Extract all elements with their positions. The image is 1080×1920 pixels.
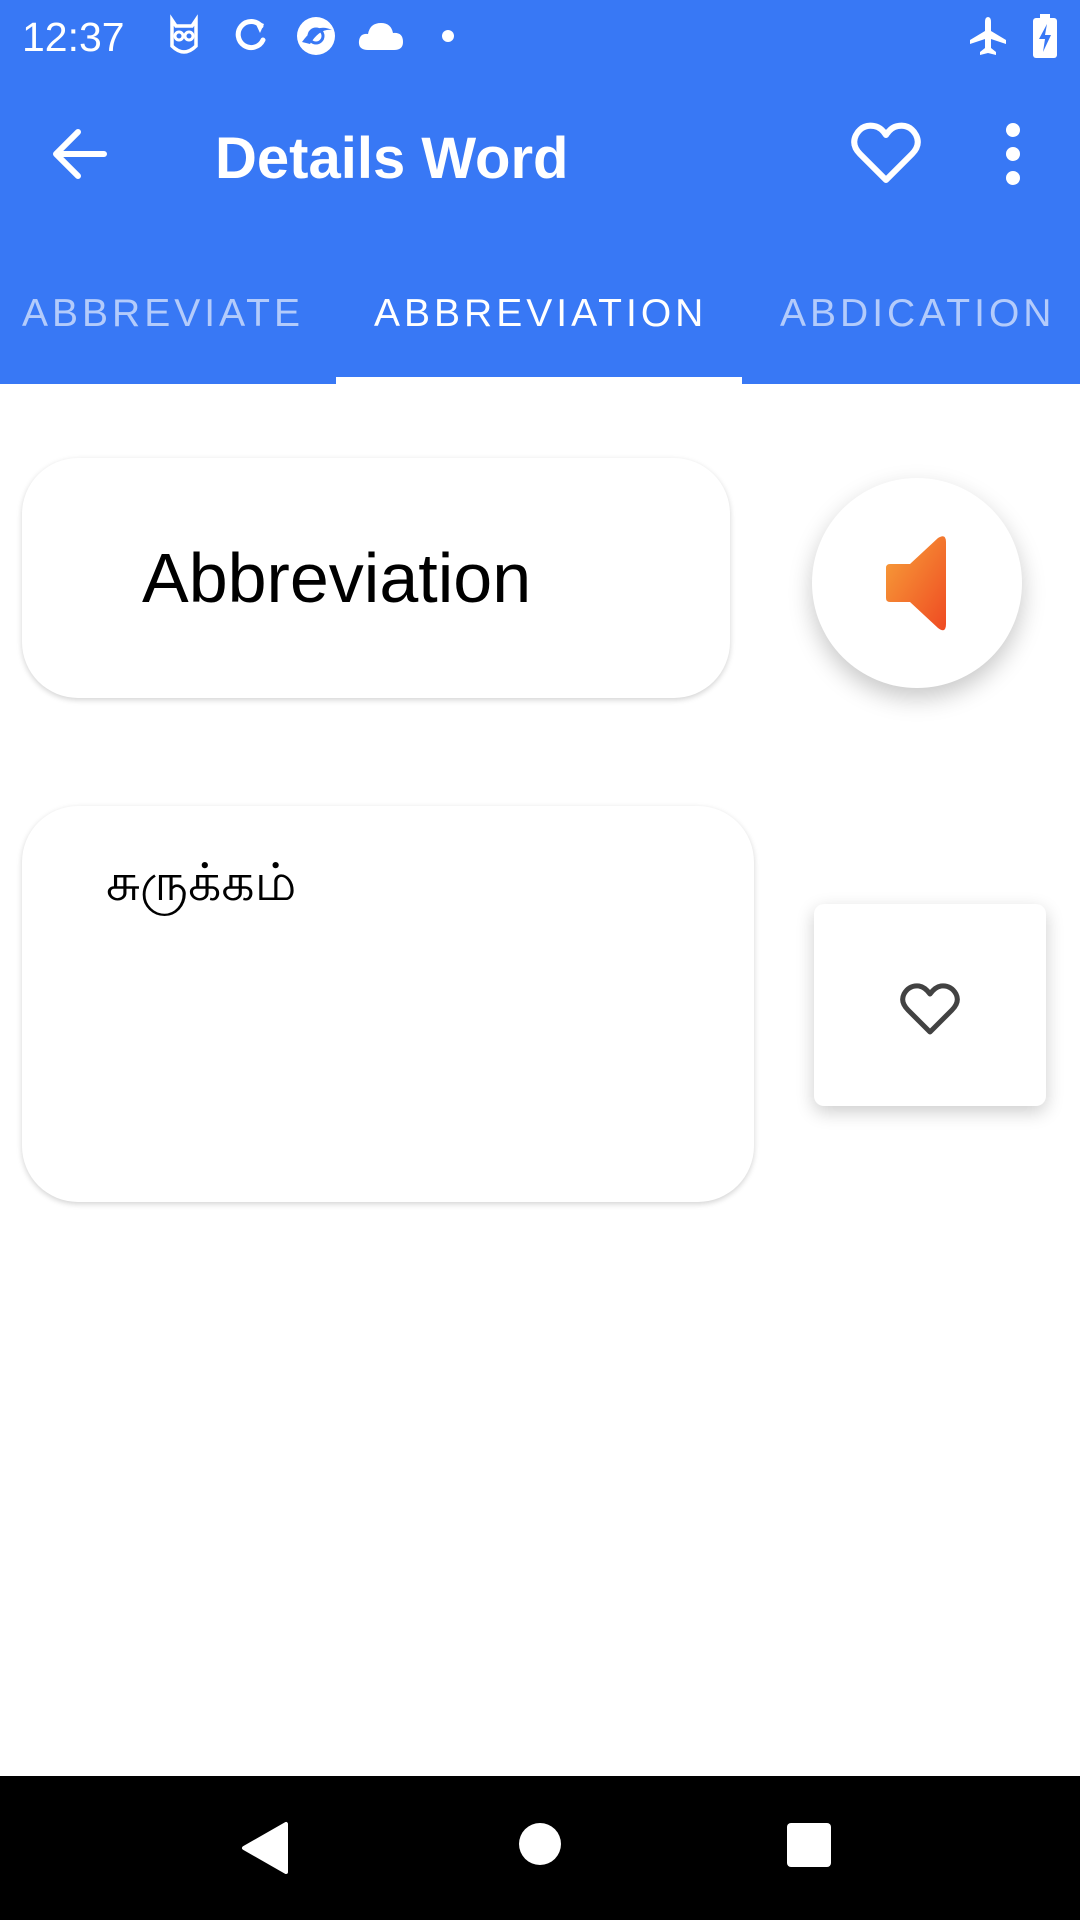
arrow-left-icon <box>53 129 107 179</box>
tab-abdication[interactable]: ABDICATION <box>780 284 1055 344</box>
meaning-text: சுருக்கம் <box>106 854 297 912</box>
battery-charging-icon <box>1032 14 1058 63</box>
speak-button[interactable] <box>812 478 1022 688</box>
sync-icon <box>230 14 270 63</box>
nav-home-button[interactable] <box>518 1822 562 1871</box>
cloud-icon <box>356 14 406 63</box>
nav-back-button[interactable] <box>240 1820 290 1881</box>
heart-outline-icon <box>900 983 960 1035</box>
word-card: Abbreviation <box>22 458 730 698</box>
nav-recents-button[interactable] <box>786 1822 832 1873</box>
airplane-mode-icon <box>966 14 1010 63</box>
speaker-icon <box>886 536 946 631</box>
favorite-toolbar-button[interactable] <box>848 116 924 192</box>
add-favorite-button[interactable] <box>814 904 1046 1106</box>
meaning-card: சுருக்கம் <box>22 806 754 1202</box>
owl-icon <box>166 14 202 63</box>
app-bar: 12:37 Details Word ABBREVIATE ABBREVIATI… <box>0 0 1080 384</box>
more-vert-icon <box>1006 123 1020 185</box>
status-time: 12:37 <box>22 14 125 60</box>
home-circle-icon <box>519 1823 561 1865</box>
browser-icon <box>294 14 338 63</box>
word-text: Abbreviation <box>142 539 532 617</box>
recents-square-icon <box>787 1823 831 1867</box>
more-options-button[interactable] <box>988 116 1038 192</box>
dot-icon <box>440 28 456 49</box>
tab-abbreviate[interactable]: ABBREVIATE <box>22 284 304 344</box>
tab-abbreviation[interactable]: ABBREVIATION <box>374 284 707 344</box>
back-triangle-icon <box>242 1822 288 1874</box>
back-button[interactable] <box>44 116 116 188</box>
heart-outline-icon <box>851 122 921 183</box>
system-nav-bar <box>0 1776 1080 1920</box>
tab-indicator <box>336 377 742 384</box>
page-title: Details Word <box>215 126 569 191</box>
